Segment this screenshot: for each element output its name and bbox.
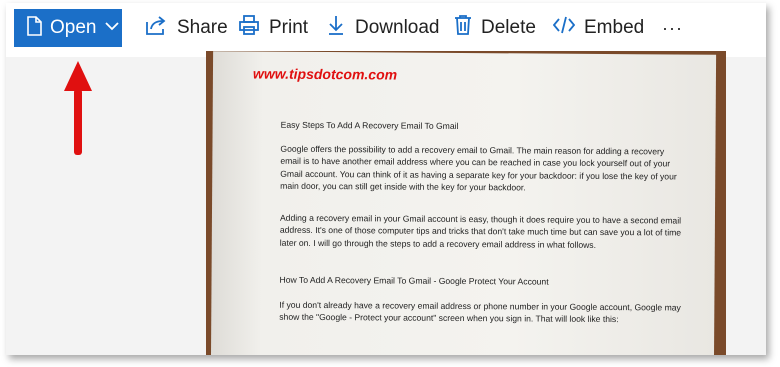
document-url: www.tipsdotcom.com — [252, 65, 398, 83]
app-window: Open Share Print Download Delete Embed ·… — [6, 3, 766, 355]
download-button[interactable]: Download — [326, 11, 440, 45]
open-button[interactable]: Open — [14, 9, 122, 47]
chevron-down-icon — [104, 19, 120, 37]
more-options-button[interactable]: ··· — [662, 11, 683, 45]
print-button-label: Print — [269, 17, 309, 38]
annotation-arrow — [62, 59, 94, 164]
trash-icon — [454, 14, 472, 42]
open-button-label: Open — [50, 17, 97, 38]
document-paragraph-2: Adding a recovery email in your Gmail ac… — [279, 212, 682, 250]
document-page: ​ www.tipsdotcom.com Easy Steps To Add A… — [210, 51, 717, 355]
document-title: Easy Steps To Add A Recovery Email To Gm… — [280, 119, 459, 131]
embed-button-label: Embed — [584, 17, 645, 38]
print-button[interactable]: Print — [238, 11, 308, 45]
delete-button[interactable]: Delete — [454, 11, 536, 45]
document-paragraph-3: If you don't already have a recovery ema… — [279, 299, 681, 325]
embed-button[interactable]: Embed — [552, 11, 645, 45]
document-heading-2: How To Add A Recovery Email To Gmail - G… — [279, 274, 549, 287]
share-icon — [144, 14, 168, 42]
document-paragraph-1: Google offers the possibility to add a r… — [280, 143, 677, 193]
download-button-label: Download — [355, 17, 440, 38]
delete-button-label: Delete — [481, 17, 536, 38]
download-icon — [326, 14, 346, 42]
more-options-label: ··· — [662, 17, 683, 38]
code-icon — [552, 15, 576, 41]
share-button-label: Share — [177, 17, 228, 38]
share-button[interactable]: Share — [144, 11, 228, 45]
document-icon — [26, 15, 42, 41]
printer-icon — [238, 14, 260, 42]
toolbar: Open Share Print Download Delete Embed ·… — [6, 3, 766, 57]
